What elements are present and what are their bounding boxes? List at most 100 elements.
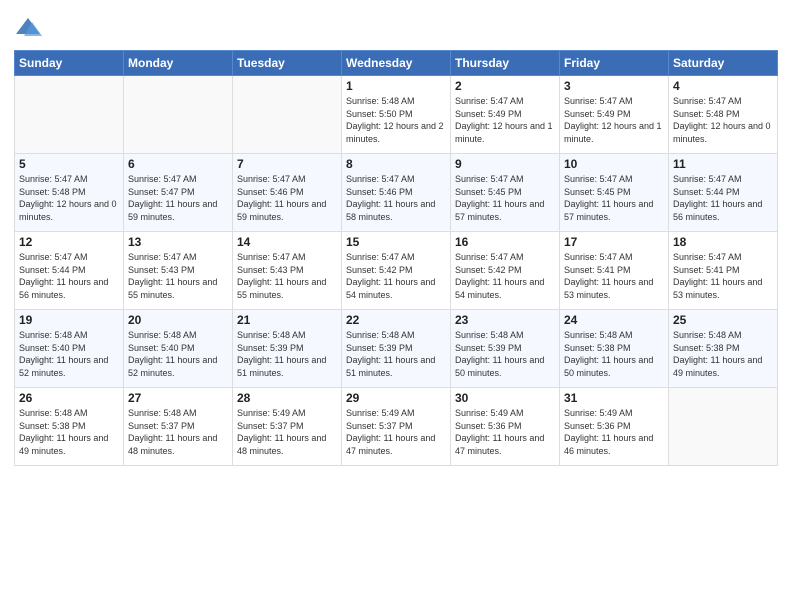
day-info: Sunrise: 5:48 AMSunset: 5:38 PMDaylight:…	[564, 329, 664, 379]
calendar-cell: 10 Sunrise: 5:47 AMSunset: 5:45 PMDayligh…	[560, 154, 669, 232]
calendar-cell: 2Sunrise: 5:47 AMSunset: 5:49 PMDaylight…	[451, 76, 560, 154]
day-number: 20	[128, 313, 228, 327]
calendar-cell: 17 Sunrise: 5:47 AMSunset: 5:41 PMDayligh…	[560, 232, 669, 310]
day-number: 23	[455, 313, 555, 327]
day-number: 30	[455, 391, 555, 405]
day-number: 28	[237, 391, 337, 405]
day-number: 12	[19, 235, 119, 249]
calendar-cell: 11 Sunrise: 5:47 AMSunset: 5:44 PMDayligh…	[669, 154, 778, 232]
day-number: 19	[19, 313, 119, 327]
calendar-cell	[124, 76, 233, 154]
calendar-cell: 19Sunrise: 5:48 AMSunset: 5:40 PMDayligh…	[15, 310, 124, 388]
calendar-cell: 21 Sunrise: 5:48 AMSunset: 5:39 PMDayligh…	[233, 310, 342, 388]
calendar-cell: 6 Sunrise: 5:47 AMSunset: 5:47 PMDaylight…	[124, 154, 233, 232]
calendar-week-3: 12 Sunrise: 5:47 AMSunset: 5:44 PMDayligh…	[15, 232, 778, 310]
day-info: Sunrise: 5:48 AMSunset: 5:50 PMDaylight:…	[346, 95, 446, 145]
day-number: 6	[128, 157, 228, 171]
day-info: Sunrise: 5:47 AMSunset: 5:47 PMDaylight:…	[128, 173, 228, 223]
day-info: Sunrise: 5:48 AMSunset: 5:37 PMDaylight:…	[128, 407, 228, 457]
calendar-cell: 13Sunrise: 5:47 AMSunset: 5:43 PMDayligh…	[124, 232, 233, 310]
day-number: 1	[346, 79, 446, 93]
calendar-cell: 18 Sunrise: 5:47 AMSunset: 5:41 PMDayligh…	[669, 232, 778, 310]
header	[14, 10, 778, 42]
calendar-header-monday: Monday	[124, 51, 233, 76]
calendar-cell: 5 Sunrise: 5:47 AMSunset: 5:48 PMDaylight…	[15, 154, 124, 232]
calendar-cell: 23Sunrise: 5:48 AMSunset: 5:39 PMDayligh…	[451, 310, 560, 388]
calendar-table: SundayMondayTuesdayWednesdayThursdayFrid…	[14, 50, 778, 466]
calendar-cell: 9 Sunrise: 5:47 AMSunset: 5:45 PMDaylight…	[451, 154, 560, 232]
calendar-cell: 8Sunrise: 5:47 AMSunset: 5:46 PMDaylight…	[342, 154, 451, 232]
day-number: 4	[673, 79, 773, 93]
day-number: 8	[346, 157, 446, 171]
day-info: Sunrise: 5:47 AMSunset: 5:46 PMDaylight:…	[237, 173, 337, 223]
calendar-cell: 26 Sunrise: 5:48 AMSunset: 5:38 PMDayligh…	[15, 388, 124, 466]
day-info: Sunrise: 5:47 AMSunset: 5:48 PMDaylight:…	[19, 173, 119, 223]
calendar-cell: 29 Sunrise: 5:49 AMSunset: 5:37 PMDayligh…	[342, 388, 451, 466]
day-info: Sunrise: 5:47 AMSunset: 5:41 PMDaylight:…	[673, 251, 773, 301]
calendar-cell: 28Sunrise: 5:49 AMSunset: 5:37 PMDayligh…	[233, 388, 342, 466]
day-info: Sunrise: 5:49 AMSunset: 5:36 PMDaylight:…	[564, 407, 664, 457]
day-number: 31	[564, 391, 664, 405]
calendar-cell: 15 Sunrise: 5:47 AMSunset: 5:42 PMDayligh…	[342, 232, 451, 310]
calendar-cell: 30 Sunrise: 5:49 AMSunset: 5:36 PMDayligh…	[451, 388, 560, 466]
calendar-cell: 22 Sunrise: 5:48 AMSunset: 5:39 PMDayligh…	[342, 310, 451, 388]
calendar-header-sunday: Sunday	[15, 51, 124, 76]
day-number: 10	[564, 157, 664, 171]
day-number: 13	[128, 235, 228, 249]
calendar-cell: 3Sunrise: 5:47 AMSunset: 5:49 PMDaylight…	[560, 76, 669, 154]
logo-icon	[14, 14, 42, 42]
day-number: 18	[673, 235, 773, 249]
calendar-cell: 4 Sunrise: 5:47 AMSunset: 5:48 PMDaylight…	[669, 76, 778, 154]
calendar-week-2: 5 Sunrise: 5:47 AMSunset: 5:48 PMDaylight…	[15, 154, 778, 232]
day-info: Sunrise: 5:48 AMSunset: 5:38 PMDaylight:…	[19, 407, 119, 457]
calendar-header-friday: Friday	[560, 51, 669, 76]
day-info: Sunrise: 5:47 AMSunset: 5:41 PMDaylight:…	[564, 251, 664, 301]
day-info: Sunrise: 5:47 AMSunset: 5:49 PMDaylight:…	[564, 95, 664, 145]
day-info: Sunrise: 5:47 AMSunset: 5:42 PMDaylight:…	[455, 251, 555, 301]
day-info: Sunrise: 5:47 AMSunset: 5:45 PMDaylight:…	[564, 173, 664, 223]
day-number: 26	[19, 391, 119, 405]
logo	[14, 14, 44, 42]
page: SundayMondayTuesdayWednesdayThursdayFrid…	[0, 0, 792, 612]
calendar-cell: 24 Sunrise: 5:48 AMSunset: 5:38 PMDayligh…	[560, 310, 669, 388]
day-info: Sunrise: 5:47 AMSunset: 5:43 PMDaylight:…	[237, 251, 337, 301]
day-number: 7	[237, 157, 337, 171]
calendar-cell: 20 Sunrise: 5:48 AMSunset: 5:40 PMDayligh…	[124, 310, 233, 388]
day-number: 29	[346, 391, 446, 405]
calendar-cell: 12 Sunrise: 5:47 AMSunset: 5:44 PMDayligh…	[15, 232, 124, 310]
calendar-cell: 1 Sunrise: 5:48 AMSunset: 5:50 PMDaylight…	[342, 76, 451, 154]
day-number: 9	[455, 157, 555, 171]
calendar-cell: 7 Sunrise: 5:47 AMSunset: 5:46 PMDaylight…	[233, 154, 342, 232]
day-info: Sunrise: 5:48 AMSunset: 5:39 PMDaylight:…	[346, 329, 446, 379]
day-info: Sunrise: 5:48 AMSunset: 5:40 PMDaylight:…	[128, 329, 228, 379]
day-info: Sunrise: 5:47 AMSunset: 5:44 PMDaylight:…	[19, 251, 119, 301]
calendar-week-5: 26 Sunrise: 5:48 AMSunset: 5:38 PMDayligh…	[15, 388, 778, 466]
calendar-cell: 27 Sunrise: 5:48 AMSunset: 5:37 PMDayligh…	[124, 388, 233, 466]
day-info: Sunrise: 5:47 AMSunset: 5:48 PMDaylight:…	[673, 95, 773, 145]
day-info: Sunrise: 5:47 AMSunset: 5:42 PMDaylight:…	[346, 251, 446, 301]
day-number: 16	[455, 235, 555, 249]
calendar-cell	[15, 76, 124, 154]
day-info: Sunrise: 5:47 AMSunset: 5:49 PMDaylight:…	[455, 95, 555, 145]
day-info: Sunrise: 5:49 AMSunset: 5:37 PMDaylight:…	[346, 407, 446, 457]
day-info: Sunrise: 5:49 AMSunset: 5:36 PMDaylight:…	[455, 407, 555, 457]
day-number: 11	[673, 157, 773, 171]
day-info: Sunrise: 5:48 AMSunset: 5:39 PMDaylight:…	[237, 329, 337, 379]
day-number: 27	[128, 391, 228, 405]
day-number: 22	[346, 313, 446, 327]
calendar-header-row: SundayMondayTuesdayWednesdayThursdayFrid…	[15, 51, 778, 76]
day-number: 24	[564, 313, 664, 327]
day-number: 5	[19, 157, 119, 171]
calendar-header-thursday: Thursday	[451, 51, 560, 76]
day-number: 25	[673, 313, 773, 327]
calendar-week-1: 1 Sunrise: 5:48 AMSunset: 5:50 PMDaylight…	[15, 76, 778, 154]
day-number: 15	[346, 235, 446, 249]
calendar-cell	[233, 76, 342, 154]
day-number: 21	[237, 313, 337, 327]
day-info: Sunrise: 5:48 AMSunset: 5:38 PMDaylight:…	[673, 329, 773, 379]
calendar-cell	[669, 388, 778, 466]
day-number: 17	[564, 235, 664, 249]
calendar-cell: 25 Sunrise: 5:48 AMSunset: 5:38 PMDayligh…	[669, 310, 778, 388]
day-info: Sunrise: 5:47 AMSunset: 5:45 PMDaylight:…	[455, 173, 555, 223]
day-info: Sunrise: 5:47 AMSunset: 5:44 PMDaylight:…	[673, 173, 773, 223]
